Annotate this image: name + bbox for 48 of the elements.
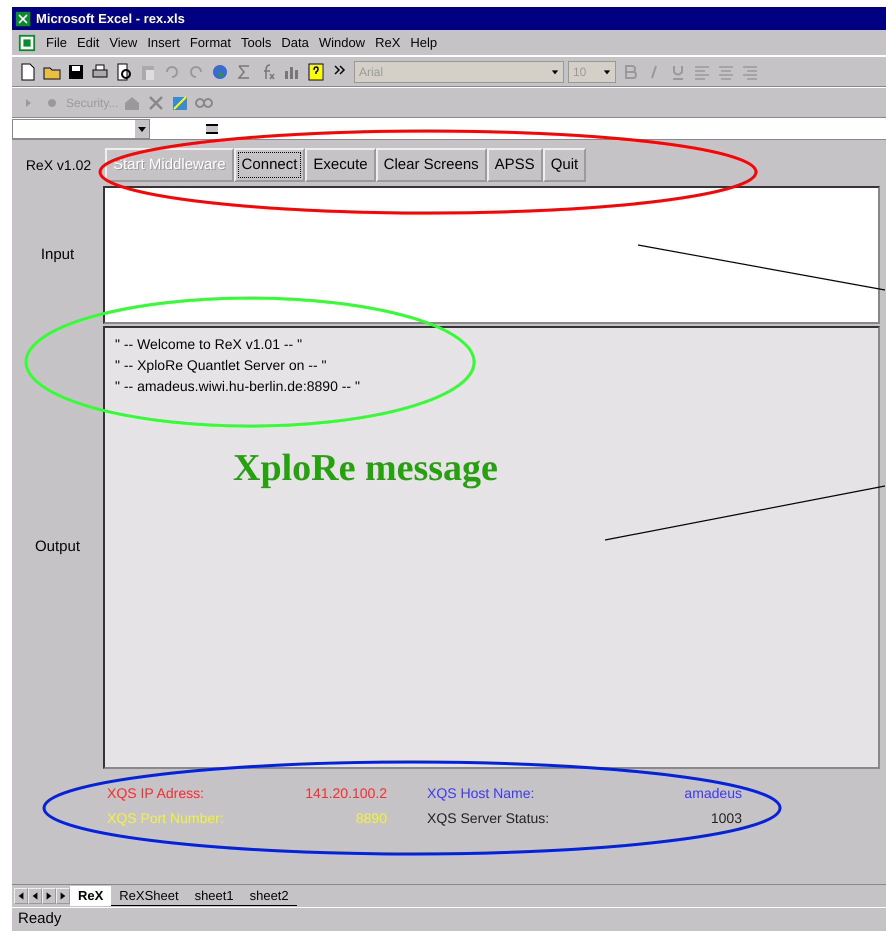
menu-item[interactable]: Tools xyxy=(241,32,272,52)
menu-item[interactable]: Data xyxy=(281,32,309,52)
prev-icon[interactable] xyxy=(28,888,42,904)
menu-item[interactable]: Insert xyxy=(147,32,180,52)
status-text: Ready xyxy=(18,909,62,930)
output-label: Output xyxy=(34,537,82,558)
form-button[interactable]: Clear Screens xyxy=(376,148,487,182)
form-button[interactable]: Execute xyxy=(305,148,376,182)
sheet-tab[interactable]: sheet2 xyxy=(242,886,297,906)
input-label: Input xyxy=(40,244,76,265)
form-button[interactable]: APSS xyxy=(486,148,543,182)
form-button[interactable]: Quit xyxy=(542,148,586,182)
sheet-tab[interactable]: ReXSheet xyxy=(111,886,187,906)
font-value: Arial xyxy=(359,64,384,80)
menu-item[interactable]: ReX xyxy=(375,32,400,52)
info-value: 141.20.100.2 xyxy=(304,784,387,803)
sheet-tab[interactable]: sheet1 xyxy=(186,886,242,906)
info-label: XQS Host Name: xyxy=(427,784,536,803)
info-value: amadeus xyxy=(683,784,742,803)
menu-item[interactable]: Help xyxy=(410,32,438,52)
info-value: 1003 xyxy=(710,809,742,828)
annotation-text: XploRe message xyxy=(233,446,498,491)
menu-item[interactable]: Edit xyxy=(76,32,100,52)
menu-item[interactable]: Window xyxy=(318,32,366,52)
form-button[interactable]: Connect xyxy=(234,148,306,182)
help-icon[interactable] xyxy=(306,62,326,82)
window-title: Microsoft Excel - rex.xls xyxy=(36,10,185,28)
input-field[interactable] xyxy=(103,186,880,324)
info-label: XQS IP Adress: xyxy=(107,784,206,803)
menu-item[interactable]: View xyxy=(109,32,138,52)
version-label: ReX v1.02 xyxy=(24,156,92,174)
next-icon[interactable] xyxy=(42,888,56,904)
dropdown-icon[interactable] xyxy=(603,68,611,76)
sheet-tab[interactable]: ReX xyxy=(70,886,112,906)
dropdown-icon[interactable] xyxy=(135,120,149,138)
output-line: " -- Welcome to ReX v1.01 -- " xyxy=(115,335,304,354)
first-icon[interactable] xyxy=(14,888,28,904)
size-value: 10 xyxy=(573,64,586,80)
info-label: XQS Server Status: xyxy=(427,809,550,828)
last-icon[interactable] xyxy=(56,888,70,904)
info-value: 8890 xyxy=(354,809,387,828)
output-line: " -- XploRe Quantlet Server on -- " xyxy=(115,356,328,375)
menu-item[interactable]: Format xyxy=(190,32,231,52)
dropdown-icon[interactable] xyxy=(551,68,559,76)
menu-item[interactable]: File xyxy=(46,32,67,52)
info-label: XQS Port Number: xyxy=(107,809,225,828)
output-line: " -- amadeus.wiwi.hu-berlin.de:8890 -- " xyxy=(115,377,361,396)
equals-icon[interactable] xyxy=(206,124,218,134)
